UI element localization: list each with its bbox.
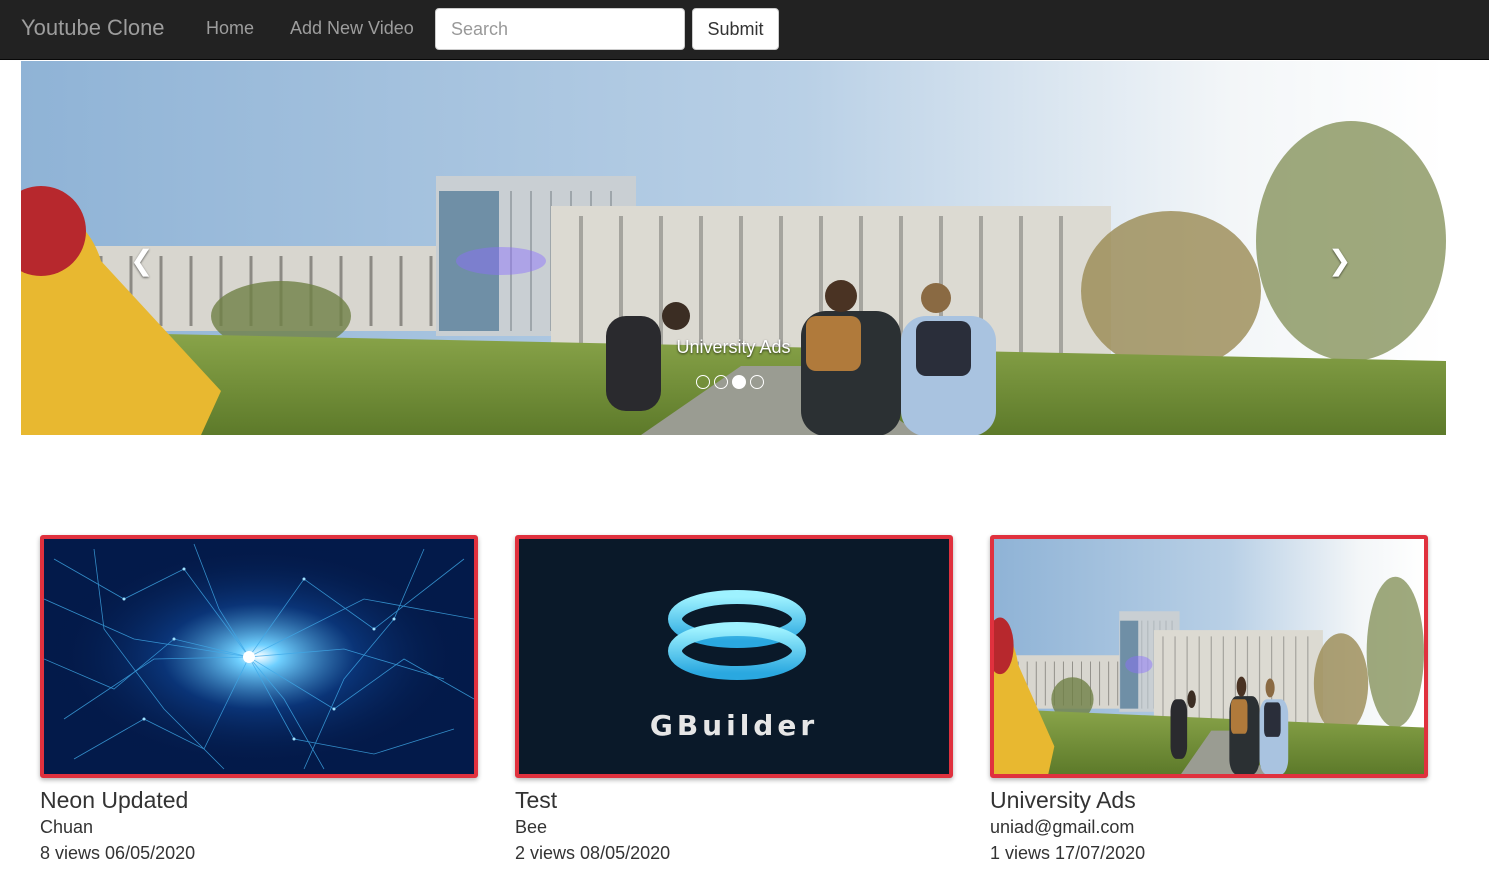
video-card: GBuilder Test Bee 2 views 08/05/2020 [515, 535, 953, 864]
carousel-indicator[interactable] [750, 375, 764, 389]
video-meta: 2 views 08/05/2020 [515, 843, 953, 864]
carousel-next-control[interactable]: ❯ [1226, 61, 1446, 435]
video-meta: 8 views 06/05/2020 [40, 843, 478, 864]
video-meta: 1 views 17/07/2020 [990, 843, 1428, 864]
carousel-indicator-active[interactable] [732, 375, 746, 389]
chevron-right-icon: ❯ [1328, 245, 1352, 276]
video-date: 06/05/2020 [105, 843, 196, 864]
video-thumbnail-link[interactable] [40, 535, 478, 778]
video-title[interactable]: University Ads [990, 787, 1428, 813]
carousel-prev-control[interactable]: ❮ [21, 61, 241, 435]
carousel-caption: University Ads [676, 337, 791, 357]
video-thumbnail-link[interactable]: GBuilder [515, 535, 953, 778]
video-date: 17/07/2020 [1055, 843, 1146, 864]
submit-button[interactable]: Submit [692, 8, 779, 50]
nav-link-add-new-video[interactable]: Add New Video [290, 18, 414, 39]
chevron-left-icon: ❮ [130, 245, 154, 276]
neon-network-thumbnail [44, 539, 474, 774]
video-views: 1 views [990, 843, 1051, 864]
video-card: University Ads uniad@gmail.com 1 views 1… [990, 535, 1428, 864]
video-views: 8 views [40, 843, 101, 864]
nav-link-home[interactable]: Home [206, 18, 254, 39]
search-input[interactable] [435, 8, 685, 50]
video-title[interactable]: Test [515, 787, 953, 813]
video-author: uniad@gmail.com [990, 817, 1135, 838]
gbuilder-thumbnail: GBuilder [519, 539, 949, 774]
video-title[interactable]: Neon Updated [40, 787, 478, 813]
carousel: ❮ ❯ University Ads [21, 61, 1446, 435]
video-author: Chuan [40, 817, 94, 838]
navbar: Youtube Clone Home Add New Video Submit [0, 0, 1489, 60]
video-thumbnail-link[interactable] [990, 535, 1428, 778]
video-author: Bee [515, 817, 548, 838]
brand-logo[interactable]: Youtube Clone [21, 15, 165, 41]
video-date: 08/05/2020 [580, 843, 671, 864]
carousel-indicator[interactable] [696, 375, 710, 389]
video-card: Neon Updated Chuan 8 views 06/05/2020 [40, 535, 478, 864]
university-campus-thumbnail [994, 539, 1424, 774]
video-views: 2 views [515, 843, 576, 864]
gbuilder-logo-text: GBuilder [650, 709, 818, 742]
carousel-indicator[interactable] [714, 375, 728, 389]
carousel-indicators [696, 375, 764, 389]
